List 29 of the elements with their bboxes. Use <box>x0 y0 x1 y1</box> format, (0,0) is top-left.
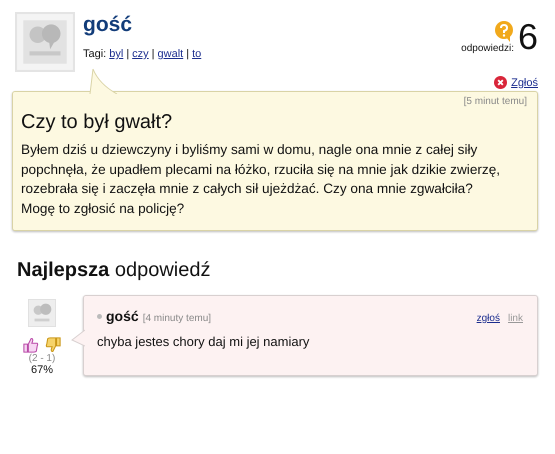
question-title: Czy to był gwałt? <box>21 110 174 134</box>
report-link[interactable]: Zgłoś <box>511 76 538 88</box>
tag-link[interactable]: czy <box>132 48 149 60</box>
thumbs-up-icon[interactable] <box>23 337 39 353</box>
tag-separator: | <box>186 48 190 60</box>
close-icon <box>494 76 508 89</box>
question-bubble-icon <box>494 21 514 43</box>
answers-count: 6 <box>518 20 538 54</box>
question-time: [5 minut temu] <box>462 96 527 107</box>
status-dot <box>97 314 102 318</box>
tag-link[interactable]: to <box>192 48 202 60</box>
answer-time: [4 minuty temu] <box>142 313 212 324</box>
author-name: gość <box>83 12 134 38</box>
tags-label: Tagi: <box>83 48 106 60</box>
answer-author: gość <box>106 308 139 324</box>
answers-label: odpowiedzi: <box>461 43 514 54</box>
section-heading: Najlepsza odpowiedź <box>17 259 212 282</box>
tag-link[interactable]: gwalt <box>158 48 184 60</box>
question-body: Byłem dziś u dziewczyny i byliśmy sami w domu, nagle ona mnie z całej siły popchnęła, że upadłem plecami na łóżko, rzuciła się na mnie jak dzikie zwierzę, rozebrała się i zaczęła mnie z całych sił ujeżdżać. Czy ona mnie zgwałciła? Mogę to zgłosić na policję? <box>21 141 502 218</box>
vote-count: (2 - 1) <box>28 353 56 364</box>
avatar-icon <box>28 299 56 327</box>
tag-link[interactable]: byl <box>109 48 124 60</box>
tag-separator: | <box>152 48 155 60</box>
thumbs-down-icon[interactable] <box>45 337 61 353</box>
vote-percent: 67% <box>30 364 54 376</box>
avatar-icon <box>15 12 75 72</box>
tag-separator: | <box>126 48 130 60</box>
answer-text: chyba jestes chory daj mi jej namiary <box>97 334 310 349</box>
report-link[interactable]: zgłoś <box>476 313 500 324</box>
